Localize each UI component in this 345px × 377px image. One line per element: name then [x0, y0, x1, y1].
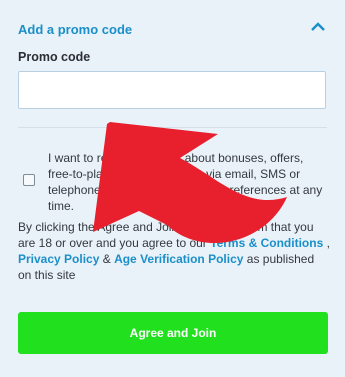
promo-code-label: Promo code: [18, 50, 91, 64]
marketing-consent-text: I want to receive updates about bonuses,…: [48, 151, 323, 213]
terms-separator-1: ,: [323, 236, 330, 250]
promo-header[interactable]: Add a promo code: [18, 21, 327, 39]
agree-and-join-button[interactable]: Agree and Join: [18, 312, 328, 354]
terms-separator-2: &: [99, 252, 115, 266]
age-verification-policy-link[interactable]: Age Verification Policy: [114, 252, 243, 266]
promo-header-label[interactable]: Add a promo code: [18, 22, 132, 37]
privacy-policy-link[interactable]: Privacy Policy: [18, 252, 99, 266]
chevron-up-icon[interactable]: [311, 21, 325, 33]
terms-statement: By clicking the Agree and Join button, I…: [18, 219, 330, 283]
terms-conditions-link[interactable]: Terms & Conditions: [210, 236, 323, 250]
marketing-consent-checkbox[interactable]: [23, 174, 35, 186]
promo-code-input[interactable]: [18, 71, 326, 109]
divider: [18, 127, 327, 128]
